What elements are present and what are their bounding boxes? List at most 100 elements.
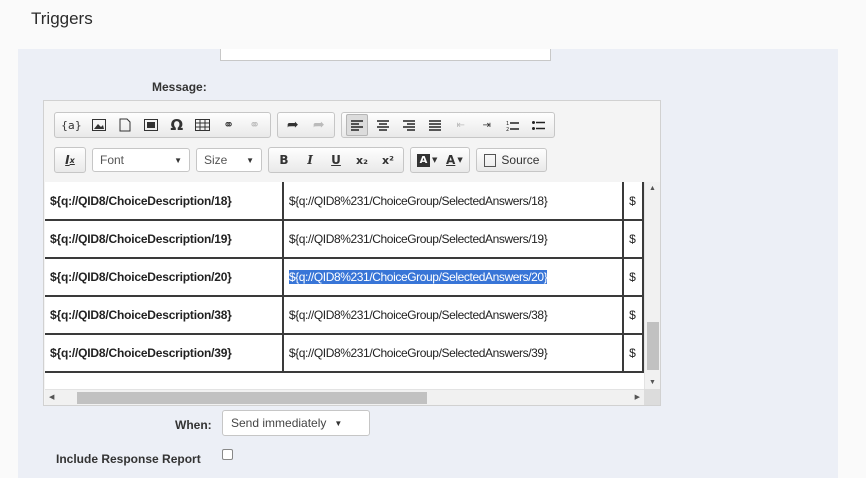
table-icon[interactable] <box>192 114 214 136</box>
table-cell[interactable]: ${q://QID8%231/ChoiceGroup/SelectedAnswe… <box>281 219 625 259</box>
source-button-label: Source <box>501 153 540 167</box>
table-cell[interactable]: ${q://QID8/ChoiceDescription/18} <box>45 182 284 221</box>
justify-icon[interactable] <box>424 114 446 136</box>
scroll-right-icon[interactable]: ▶ <box>635 393 640 401</box>
horizontal-scrollbar[interactable]: ◀ ▶ <box>45 389 644 405</box>
outdent-icon[interactable]: ⇤ <box>450 114 472 136</box>
table-cell-text: $ <box>629 270 636 284</box>
table-cell[interactable]: $ <box>622 182 644 221</box>
media-icon[interactable] <box>140 114 162 136</box>
table-row: ${q://QID8/ChoiceDescription/39} ${q://QI… <box>45 333 644 373</box>
table-cell-text: ${q://QID8%231/ChoiceGroup/SelectedAnswe… <box>288 308 548 322</box>
table-row: ${q://QID8/ChoiceDescription/38} ${q://QI… <box>45 295 644 335</box>
align-left-icon[interactable] <box>345 114 368 136</box>
redo-icon[interactable]: ➦ <box>308 114 330 136</box>
vertical-scroll-thumb[interactable] <box>647 322 659 370</box>
table-cell[interactable]: ${q://QID8/ChoiceDescription/20} <box>45 257 284 297</box>
align-group: ⇤ ⇥ 12 <box>340 112 555 138</box>
table-cell-text: ${q://QID8/ChoiceDescription/20} <box>50 270 232 284</box>
underline-button[interactable]: U <box>325 149 347 171</box>
bold-button[interactable]: B <box>273 149 295 171</box>
scroll-down-icon[interactable]: ▼ <box>649 379 656 386</box>
page-header: Triggers <box>0 0 866 49</box>
toolbar-row-2: Ix Font ▼ Size ▼ B I U x₂ x² A ▼ A ▼ Sou… <box>54 146 548 174</box>
piped-text-button[interactable]: {a} <box>59 114 84 136</box>
table-cell[interactable]: ${q://QID8%231/ChoiceGroup/SelectedAnswe… <box>281 182 625 221</box>
indent-icon[interactable]: ⇥ <box>476 114 498 136</box>
undo-icon[interactable]: ➦ <box>282 114 304 136</box>
remove-format-button[interactable]: Ix <box>59 149 81 171</box>
svg-text:2: 2 <box>506 127 509 131</box>
content-table: ${q://QID8/ChoiceDescription/18} ${q://QI… <box>45 182 644 373</box>
previous-field-input[interactable] <box>220 49 551 61</box>
scroll-left-icon[interactable]: ◀ <box>49 393 54 401</box>
table-cell[interactable]: $ <box>622 295 644 335</box>
numbered-list-icon[interactable]: 12 <box>502 114 524 136</box>
table-cell[interactable]: $ <box>622 257 644 297</box>
table-cell-text: ${q://QID8/ChoiceDescription/19} <box>50 232 232 246</box>
include-response-report-label: Include Response Report <box>56 452 201 466</box>
page-icon[interactable] <box>114 114 136 136</box>
text-color-icon: A <box>446 153 456 167</box>
table-cell[interactable]: ${q://QID8%231/ChoiceGroup/SelectedAnswe… <box>281 295 625 335</box>
link-icon[interactable]: ⚭ <box>218 114 240 136</box>
chevron-down-icon: ▼ <box>334 418 343 428</box>
superscript-button[interactable]: x² <box>377 149 399 171</box>
table-cell-text: $ <box>629 308 636 322</box>
italic-button[interactable]: I <box>299 149 321 171</box>
table-cell[interactable]: ${q://QID8/ChoiceDescription/38} <box>45 295 284 335</box>
source-button[interactable]: Source <box>476 148 548 172</box>
table-cell[interactable]: ${q://QID8/ChoiceDescription/19} <box>45 219 284 259</box>
table-cell-text: $ <box>629 193 636 208</box>
table-cell[interactable]: $ <box>622 219 644 259</box>
page-title: Triggers <box>31 9 93 28</box>
when-select[interactable]: Send immediately ▼ <box>222 410 370 436</box>
toolbar-row-1: {a} Ω ⚭ ⚭ ➦ ➦ ⇤ ⇥ 1 2 <box>54 111 561 139</box>
bg-color-icon: A <box>417 153 430 167</box>
unlink-icon[interactable]: ⚭ <box>244 114 266 136</box>
align-right-icon[interactable] <box>398 114 420 136</box>
clear-format-group: Ix <box>54 147 86 173</box>
rich-text-editor: {a} Ω ⚭ ⚭ ➦ ➦ ⇤ ⇥ 1 2 I x Font ▼ Size ▼ … <box>43 100 661 406</box>
source-doc-icon <box>484 153 497 167</box>
font-select[interactable]: Font ▼ <box>92 148 190 172</box>
vertical-scrollbar[interactable]: ▲ ▼ <box>644 182 660 389</box>
table-cell[interactable]: ${q://QID8%231/ChoiceGroup/SelectedAnswe… <box>281 257 625 297</box>
style-group: B I U x₂ x² <box>268 147 404 173</box>
subscript-button[interactable]: x₂ <box>351 149 373 171</box>
background-color-button[interactable]: A ▼ <box>415 149 439 171</box>
message-label: Message: <box>152 80 207 94</box>
font-select-label: Font <box>100 153 125 167</box>
chevron-down-icon: ▼ <box>174 155 182 165</box>
size-select[interactable]: Size ▼ <box>196 148 262 172</box>
insert-group: {a} Ω ⚭ ⚭ <box>54 112 271 138</box>
scroll-up-icon[interactable]: ▲ <box>649 185 656 192</box>
scrollbar-corner <box>644 389 660 405</box>
table-cell-text: ${q://QID8/ChoiceDescription/38} <box>50 308 232 322</box>
size-select-label: Size <box>204 153 228 167</box>
table-cell[interactable]: ${q://QID8%231/ChoiceGroup/SelectedAnswe… <box>281 333 625 373</box>
table-cell[interactable]: ${q://QID8/ChoiceDescription/39} <box>45 333 284 373</box>
table-cell-text: ${q://QID8%231/ChoiceGroup/SelectedAnswe… <box>288 346 548 360</box>
align-center-icon[interactable] <box>372 114 394 136</box>
when-label: When: <box>175 418 212 432</box>
text-color-button[interactable]: A ▼ <box>443 149 465 171</box>
image-icon[interactable] <box>88 114 110 136</box>
table-row: ${q://QID8/ChoiceDescription/18} ${q://QI… <box>45 182 644 221</box>
table-row: ${q://QID8/ChoiceDescription/20} ${q://QI… <box>45 257 644 297</box>
history-group: ➦ ➦ <box>276 112 335 138</box>
table-cell-text: $ <box>629 346 636 360</box>
table-cell-text: ${q://QID8%231/ChoiceGroup/SelectedAnswe… <box>288 270 548 284</box>
color-group: A ▼ A ▼ <box>410 147 471 173</box>
include-response-report-checkbox[interactable] <box>222 449 233 460</box>
table-cell-text: ${q://QID8/ChoiceDescription/18} <box>50 193 232 208</box>
editor-content[interactable]: ${q://QID8/ChoiceDescription/18} ${q://QI… <box>45 182 644 389</box>
table-cell-text: ${q://QID8%231/ChoiceGroup/SelectedAnswe… <box>288 232 548 246</box>
chevron-down-icon: ▼ <box>246 155 254 165</box>
table-cell-text: ${q://QID8/ChoiceDescription/39} <box>50 346 232 360</box>
table-cell-text: ${q://QID8%231/ChoiceGroup/SelectedAnswe… <box>288 193 548 208</box>
special-char-button[interactable]: Ω <box>166 114 188 136</box>
horizontal-scroll-thumb[interactable] <box>77 392 427 404</box>
bullet-list-icon[interactable] <box>528 114 550 136</box>
table-cell[interactable]: $ <box>622 333 644 373</box>
